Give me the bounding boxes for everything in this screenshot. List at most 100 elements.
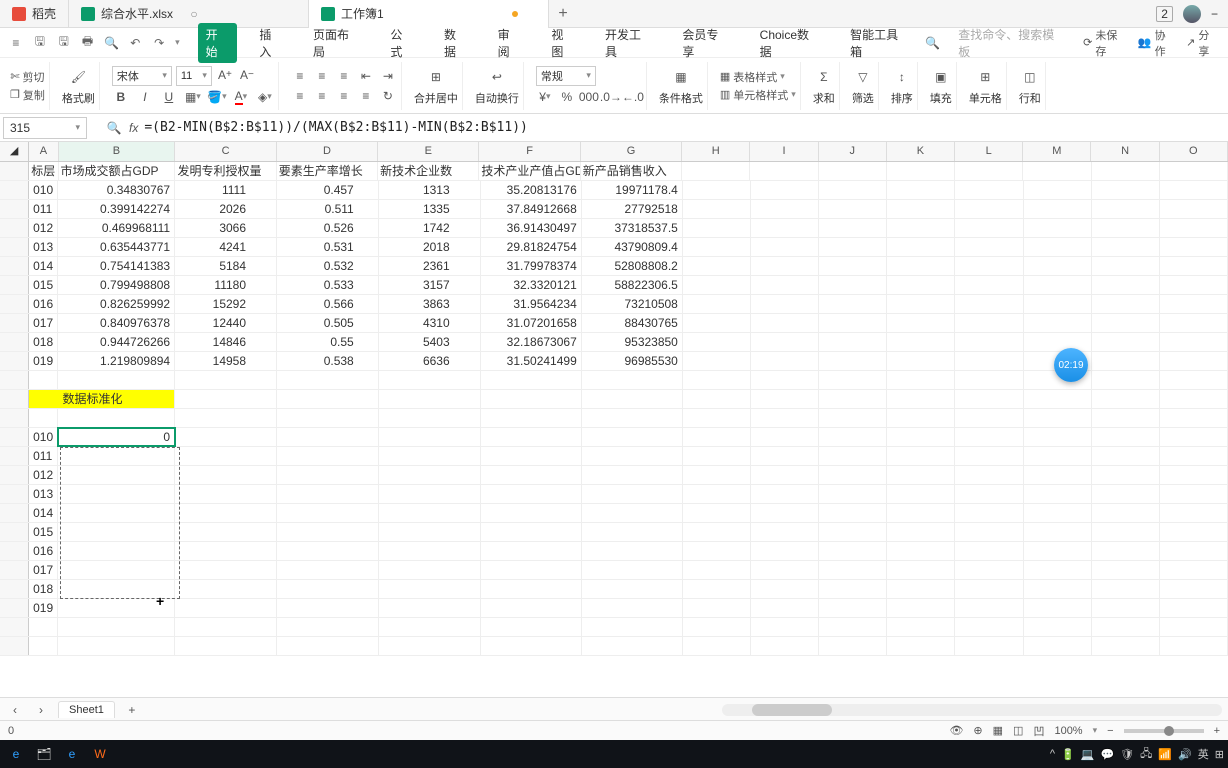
cell[interactable]: 4241 [175,238,277,256]
col-header[interactable]: I [750,142,818,161]
cell[interactable] [683,314,751,332]
filter-icon[interactable]: ▽ [852,66,874,88]
cell[interactable] [175,599,277,617]
horizontal-scrollbar[interactable] [722,704,1222,716]
col-header[interactable]: N [1091,142,1159,161]
cell[interactable] [175,409,277,427]
preview-icon[interactable]: 🔍 [104,35,120,51]
cell[interactable]: 32.18673067 [481,333,582,351]
thousand-icon[interactable]: 000 [580,88,598,106]
dec-inc-icon[interactable]: .0→ [602,88,620,106]
bold-icon[interactable]: B [112,88,130,106]
cell[interactable] [1024,314,1092,332]
cell[interactable] [1024,523,1092,541]
cell[interactable]: 013 [29,485,58,503]
cell[interactable]: 012 [29,466,58,484]
cell[interactable]: 58822306.5 [582,276,683,294]
cell[interactable] [1092,561,1160,579]
cell[interactable] [683,447,751,465]
cell[interactable] [277,618,379,636]
cell[interactable] [1092,523,1160,541]
cell[interactable]: 016 [29,542,58,560]
cell[interactable]: 1335 [379,200,481,218]
cell[interactable] [481,466,582,484]
orientation-icon[interactable]: ↻ [379,87,397,105]
cell[interactable] [887,352,955,370]
col-header[interactable]: B [59,142,176,161]
cell[interactable] [175,523,277,541]
unsaved-button[interactable]: ⟳未保存 [1083,27,1128,59]
cell[interactable]: 0.533 [277,276,379,294]
cell[interactable] [1024,561,1092,579]
cell[interactable] [955,371,1023,389]
cell[interactable]: 36.91430497 [481,219,582,237]
avatar[interactable] [1183,5,1201,23]
cell[interactable] [379,428,481,446]
cell[interactable] [887,371,955,389]
cell[interactable] [887,390,955,408]
cell[interactable] [29,637,58,655]
cell[interactable] [1160,200,1228,218]
cell-style-button[interactable]: ▥单元格样式▾ [720,87,796,103]
cell[interactable] [1024,447,1092,465]
cell[interactable]: 0.799498808 [58,276,175,294]
col-header[interactable]: G [581,142,682,161]
tab-file-2[interactable]: 工作簿1 [309,0,549,28]
cell[interactable] [955,219,1023,237]
cell[interactable] [1023,162,1091,180]
cell[interactable] [277,580,379,598]
table-style-button[interactable]: ▦表格样式▾ [720,69,785,85]
cell[interactable] [1160,428,1228,446]
decrease-font-icon[interactable]: A− [238,66,256,84]
cell[interactable] [887,219,955,237]
cell[interactable]: 011 [29,447,58,465]
explorer-icon[interactable]: 🗂 [32,742,56,766]
cell[interactable]: 0.840976378 [58,314,175,332]
cell[interactable] [481,390,582,408]
col-header[interactable]: M [1023,142,1091,161]
align-center-icon[interactable]: ≡ [313,87,331,105]
cell[interactable] [819,485,887,503]
cell[interactable]: 1111 [175,181,277,199]
cell[interactable] [1160,637,1228,655]
cell[interactable] [887,447,955,465]
cell[interactable] [379,371,481,389]
cell[interactable] [819,580,887,598]
cell[interactable] [819,409,887,427]
cell[interactable] [955,561,1023,579]
cell[interactable] [751,447,819,465]
cell[interactable] [1092,219,1160,237]
cell[interactable] [751,580,819,598]
tab-view[interactable]: 视图 [543,23,583,63]
cell[interactable] [1092,352,1160,370]
cell[interactable] [277,599,379,617]
cell[interactable] [955,466,1023,484]
cell[interactable] [751,219,819,237]
tab-docer[interactable]: 稻壳 [0,0,69,28]
cell[interactable] [955,238,1023,256]
cell[interactable]: 3863 [379,295,481,313]
cell[interactable] [582,599,683,617]
cell[interactable]: 5184 [175,257,277,275]
cell[interactable]: 12440 [175,314,277,332]
cell[interactable]: 010 [29,428,58,446]
cell[interactable] [582,409,683,427]
cell[interactable] [1024,333,1092,351]
cell[interactable]: 018 [29,333,58,351]
cells-icon[interactable]: ⊞ [974,66,996,88]
header-cell[interactable]: 发明专利授权量 [175,162,276,180]
cell[interactable]: 27792518 [582,200,683,218]
cell[interactable]: 14958 [175,352,277,370]
tray-vol-icon[interactable]: 🔊 [1178,748,1192,761]
cell[interactable] [582,542,683,560]
undo-icon[interactable]: ↶ [127,35,143,51]
cell[interactable] [1092,257,1160,275]
cell[interactable] [379,561,481,579]
cell[interactable] [277,390,379,408]
cell[interactable]: 31.9564234 [481,295,582,313]
currency-icon[interactable]: ¥▾ [536,88,554,106]
align-left-icon[interactable]: ≡ [291,87,309,105]
section-cell[interactable] [29,390,58,408]
cell[interactable] [751,352,819,370]
cell[interactable] [887,238,955,256]
